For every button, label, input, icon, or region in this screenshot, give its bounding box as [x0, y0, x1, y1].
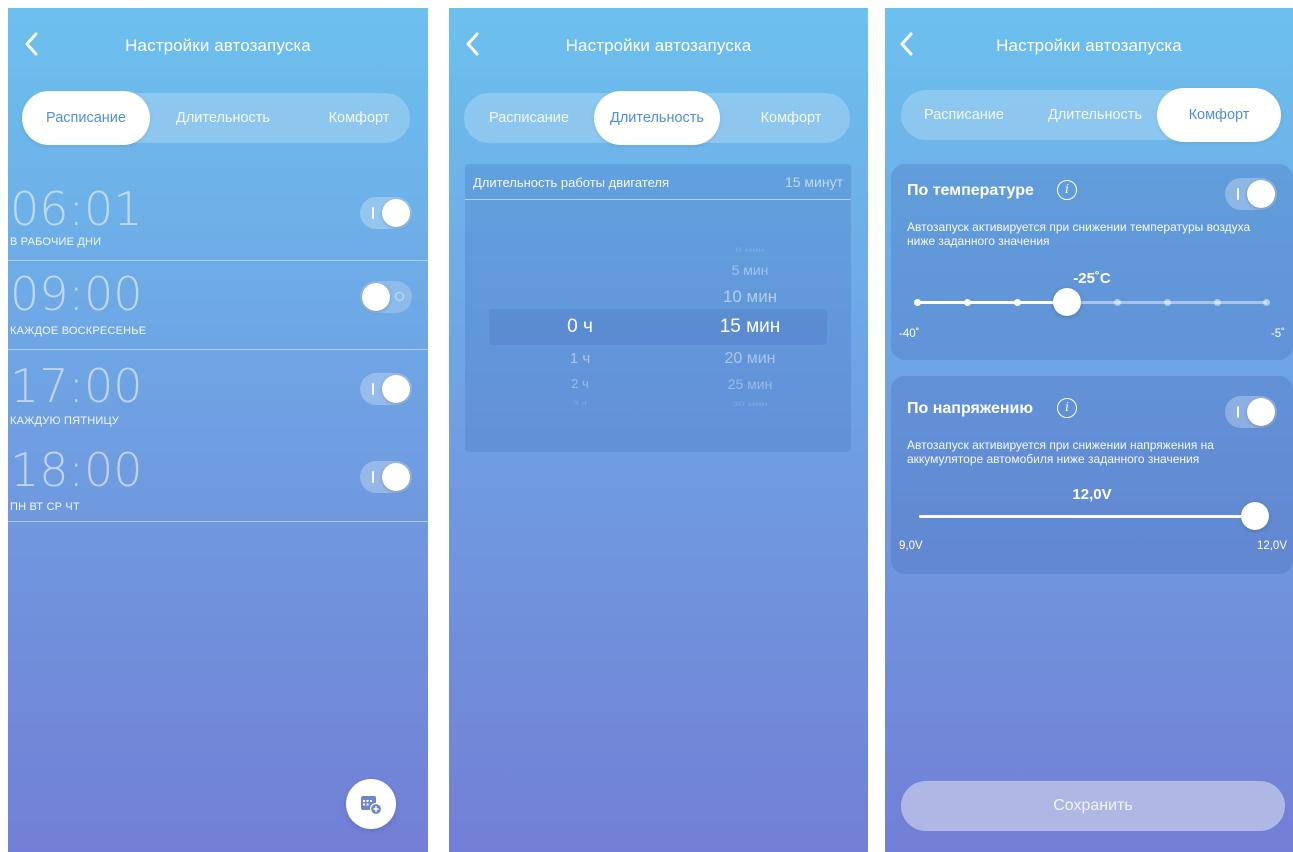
- header: Настройки автозапуска: [885, 8, 1293, 82]
- picker-option[interactable]: 0 мин: [695, 246, 805, 253]
- page-title: Настройки автозапуска: [565, 36, 752, 55]
- picker-option[interactable]: 10 мин: [695, 287, 805, 307]
- duration-value: 15 минут: [784, 174, 843, 190]
- picker-option-selected[interactable]: 15 мин: [695, 316, 805, 338]
- tab-schedule[interactable]: Расписание: [22, 91, 150, 145]
- temperature-value: -25˚C: [1073, 270, 1111, 287]
- picker-option[interactable]: 3 ч: [535, 400, 625, 407]
- header: Настройки автозапуска: [8, 8, 428, 82]
- duration-panel: Длительность работы двигателя 15 минут 0…: [465, 164, 851, 452]
- list-item[interactable]: 18:00 ПН ВТ СР ЧТ: [8, 439, 428, 529]
- tab-comfort[interactable]: Комфорт: [1157, 88, 1281, 142]
- schedule-toggle[interactable]: [360, 461, 412, 493]
- tab-duration[interactable]: Длительность: [1033, 90, 1157, 140]
- schedule-days: В РАБОЧИЕ ДНИ: [10, 236, 102, 248]
- voltage-toggle[interactable]: [1225, 396, 1277, 428]
- schedule-days: ПН ВТ СР ЧТ: [10, 501, 80, 513]
- header: Настройки автозапуска: [449, 8, 868, 82]
- temperature-card: По температуре i Автозапуск активируется…: [891, 164, 1293, 360]
- picker-option[interactable]: 1 ч: [535, 350, 625, 367]
- list-item[interactable]: 09:00 КАЖДОЕ ВОСКРЕСЕНЬЕ: [8, 263, 428, 351]
- comfort-screen: Настройки автозапуска Расписание Длитель…: [885, 8, 1293, 852]
- schedule-time: 09:00: [10, 267, 143, 321]
- voltage-title: По напряжению: [907, 400, 1034, 417]
- schedule-time: 18:00: [10, 443, 143, 497]
- schedule-toggle[interactable]: [360, 373, 412, 405]
- voltage-max: 12,0V: [1256, 540, 1287, 552]
- temperature-max: -5˚: [1270, 328, 1285, 340]
- page-title: Настройки автозапуска: [996, 36, 1182, 55]
- picker-option[interactable]: 20 мин: [695, 350, 805, 368]
- segmented-control: Расписание Длительность Комфорт: [464, 91, 850, 145]
- segmented-control: Расписание Длительность Комфорт: [22, 91, 410, 145]
- picker-option-selected[interactable]: 0 ч: [535, 316, 625, 338]
- schedule-time: 06:01: [10, 182, 143, 236]
- tab-schedule[interactable]: Расписание: [911, 90, 1017, 140]
- schedule-toggle[interactable]: [360, 281, 412, 313]
- schedule-days: КАЖДОЕ ВОСКРЕСЕНЬЕ: [10, 325, 147, 337]
- save-button[interactable]: Сохранить: [901, 781, 1285, 831]
- info-icon[interactable]: i: [1057, 180, 1077, 200]
- duration-label: Длительность работы двигателя: [473, 175, 670, 190]
- temperature-title: По температуре: [907, 182, 1034, 199]
- info-icon[interactable]: i: [1057, 398, 1077, 418]
- list-item[interactable]: 17:00 КАЖДУЮ ПЯТНИЦУ: [8, 351, 428, 439]
- tab-comfort[interactable]: Комфорт: [736, 93, 846, 143]
- voltage-min: 9,0V: [899, 540, 923, 552]
- schedule-days: КАЖДУЮ ПЯТНИЦУ: [10, 415, 119, 427]
- temperature-toggle[interactable]: [1225, 178, 1277, 210]
- voltage-slider-thumb[interactable]: [1241, 502, 1269, 530]
- voltage-card: По напряжению i Автозапуск активируется …: [891, 376, 1293, 574]
- schedule-time: 17:00: [10, 359, 143, 413]
- duration-screen: Настройки автозапуска Расписание Длитель…: [449, 8, 868, 852]
- schedule-toggle[interactable]: [360, 197, 412, 229]
- picker-option[interactable]: 2 ч: [535, 376, 625, 391]
- tab-schedule[interactable]: Расписание: [474, 93, 584, 143]
- temperature-description: Автозапуск активируется при снижении тем…: [907, 220, 1251, 248]
- add-schedule-button[interactable]: [346, 779, 396, 829]
- tab-duration[interactable]: Длительность: [594, 91, 720, 145]
- picker-option[interactable]: 30 мин: [695, 400, 805, 407]
- segmented-control: Расписание Длительность Комфорт: [901, 88, 1281, 142]
- tab-comfort[interactable]: Комфорт: [308, 93, 410, 143]
- voltage-description: Автозапуск активируется при снижении нап…: [907, 438, 1214, 466]
- calendar-add-icon: [361, 796, 383, 816]
- duration-header: Длительность работы двигателя 15 минут: [465, 164, 851, 200]
- tab-duration[interactable]: Длительность: [158, 93, 288, 143]
- temperature-slider-thumb[interactable]: [1053, 288, 1081, 316]
- picker-option[interactable]: 25 мин: [695, 376, 805, 392]
- page-title: Настройки автозапуска: [125, 36, 311, 55]
- voltage-value: 12,0V: [1072, 486, 1112, 503]
- picker-option[interactable]: 5 мин: [695, 262, 805, 278]
- temperature-min: -40˚: [899, 328, 920, 340]
- list-item[interactable]: 06:01 В РАБОЧИЕ ДНИ: [8, 180, 428, 262]
- schedule-screen: Настройки автозапуска Расписание Длитель…: [8, 8, 428, 852]
